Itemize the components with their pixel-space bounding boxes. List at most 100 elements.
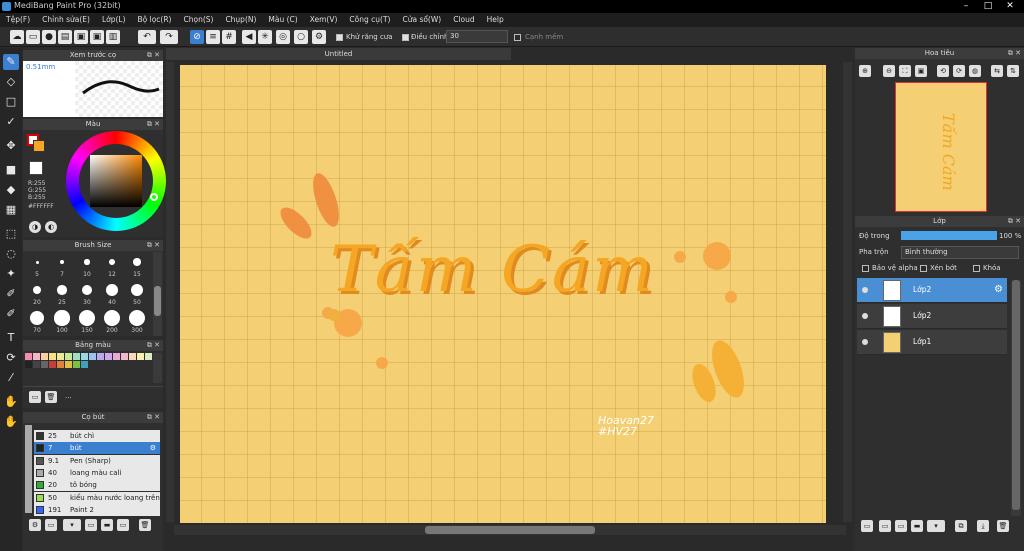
brush-list-item[interactable]: 9.1 Pen (Sharp)	[34, 454, 160, 467]
grid-snap-icon[interactable]: #	[222, 30, 236, 44]
hand-tool-icon[interactable]: ✋	[3, 394, 19, 410]
layer-row[interactable]: Lớp2	[857, 304, 1007, 329]
eyedropper-tool-icon[interactable]: ⁄	[3, 370, 19, 386]
menu-file[interactable]: Tệp(F)	[0, 13, 36, 27]
brush-size-dot[interactable]	[57, 285, 67, 295]
comment-icon[interactable]: ●	[42, 30, 56, 44]
brush-folder-icon[interactable]: ▬	[101, 519, 113, 531]
menu-filter[interactable]: Bộ lọc(R)	[132, 13, 178, 27]
palette-swatch[interactable]	[113, 353, 120, 360]
brush-list-item[interactable]: 20 tô bóng	[34, 479, 160, 492]
palette-swatch[interactable]	[41, 361, 48, 368]
background-color-swatch[interactable]	[33, 140, 45, 152]
brush-size-dot[interactable]	[108, 258, 116, 266]
eraser-tool-icon[interactable]: ◇	[3, 74, 19, 90]
brush-list-item[interactable]: 191 Paint 2	[34, 503, 160, 516]
clip-checkbox[interactable]	[920, 265, 927, 272]
brush-size-dot[interactable]	[106, 284, 118, 296]
palette-swatch[interactable]	[25, 361, 32, 368]
brush-size-grid[interactable]: 5 7 10 12 15 20 25 30 40 50 70 100 150 200 300	[23, 252, 151, 336]
protect-alpha-checkbox[interactable]	[862, 265, 869, 272]
horizontal-scroll-thumb[interactable]	[425, 526, 595, 534]
navigator-thumbnail[interactable]: Tấm Cám	[895, 82, 987, 212]
layer-visibility-icon[interactable]	[862, 287, 868, 293]
select-tool-icon[interactable]: ⬚	[3, 226, 19, 242]
palette-swatch[interactable]	[89, 353, 96, 360]
new-file-icon[interactable]: ▭	[26, 30, 40, 44]
blend-mode-select[interactable]: Bình thường	[901, 246, 1019, 259]
brush-copy-icon[interactable]: ▭	[85, 519, 97, 531]
lock-checkbox[interactable]	[973, 265, 980, 272]
rotate-right-icon[interactable]: ⟳	[953, 65, 965, 77]
menu-color[interactable]: Màu (C)	[262, 13, 303, 27]
brush-size-dot[interactable]	[30, 311, 44, 325]
undo-icon[interactable]: ↶	[138, 30, 156, 44]
layer-visibility-icon[interactable]	[862, 339, 868, 345]
open-folder-icon[interactable]: ▤	[58, 30, 72, 44]
brush-size-dot[interactable]	[35, 260, 39, 264]
brush-size-scrollbar[interactable]	[153, 252, 162, 336]
panel-close-icon[interactable]: ⧉ ✕	[147, 119, 160, 130]
menu-view[interactable]: Xem(V)	[304, 13, 344, 27]
delete-brush-icon[interactable]: 🗑	[139, 519, 151, 531]
menu-tools[interactable]: Công cụ(T)	[343, 13, 396, 27]
brush-duplicate-icon[interactable]: ▭	[117, 519, 129, 531]
transparent-color-swatch[interactable]	[29, 161, 43, 175]
brush-list-item[interactable]: 7 bút ⚙	[34, 442, 160, 455]
snap-off-icon[interactable]: ⊘	[190, 30, 204, 44]
right-scrollbar[interactable]	[843, 62, 852, 522]
color-wheel[interactable]	[66, 131, 166, 231]
menu-help[interactable]: Help	[481, 13, 510, 27]
palette-swatch[interactable]	[121, 353, 128, 360]
fit-screen-icon[interactable]: ⛶	[899, 65, 911, 77]
cloud-icon[interactable]: ☁	[10, 30, 24, 44]
gradient-tool-icon[interactable]: ▦	[3, 202, 19, 218]
bucket-tool-icon[interactable]: ◆	[3, 182, 19, 198]
brush-size-dot[interactable]	[32, 285, 42, 295]
brush-list-item[interactable]: 40 loang màu cali	[34, 466, 160, 479]
lasso-tool-icon[interactable]: ◌	[3, 246, 19, 262]
export-icon[interactable]: ▥	[106, 30, 120, 44]
zoom-in-icon[interactable]: ⊕	[859, 65, 871, 77]
palette-swatch[interactable]	[41, 353, 48, 360]
palette-swatch[interactable]	[137, 353, 144, 360]
zoom-tool-icon[interactable]: ✋	[3, 414, 19, 430]
correction-select[interactable]: 30	[446, 30, 508, 43]
drawing-canvas[interactable]: Tấm Cám Hoavan27 #HV27	[180, 65, 826, 523]
dot-tool-icon[interactable]: ✓	[3, 114, 19, 130]
palette-swatch[interactable]	[65, 361, 72, 368]
palette-swatch[interactable]	[65, 353, 72, 360]
saturation-value-square[interactable]	[90, 155, 142, 207]
layer-row[interactable]: Lớp2 ⚙	[857, 278, 1007, 303]
layer-visibility-icon[interactable]	[862, 313, 868, 319]
select-eraser-tool-icon[interactable]: ✐	[3, 306, 19, 322]
zoom-out-icon[interactable]: ⊖	[883, 65, 895, 77]
menu-capture[interactable]: Chụp(N)	[219, 13, 262, 27]
new-layer-icon[interactable]: ▭	[861, 520, 873, 532]
close-button[interactable]: ✕	[999, 0, 1021, 13]
shape-tool-icon[interactable]: □	[3, 94, 19, 110]
menu-edit[interactable]: Chỉnh sửa(E)	[36, 13, 96, 27]
menu-select[interactable]: Chọn(S)	[177, 13, 219, 27]
palette-swatch[interactable]	[81, 353, 88, 360]
document-tab[interactable]: Untitled	[166, 48, 511, 60]
opacity-slider[interactable]	[901, 231, 997, 240]
panel-close-icon[interactable]: ⧉ ✕	[147, 340, 160, 351]
layer-settings-gear-icon[interactable]: ⚙	[994, 284, 1003, 295]
divide-tool-icon[interactable]: ⟳	[3, 350, 19, 366]
duplicate-layer-icon[interactable]: ⧉	[955, 520, 967, 532]
brush-tool-icon[interactable]: ✎	[3, 54, 19, 70]
panel-close-icon[interactable]: ⧉ ✕	[1008, 48, 1021, 59]
layer-folder-icon[interactable]: ▬	[911, 520, 923, 532]
layer-row[interactable]: Lớp1	[857, 330, 1007, 355]
reset-rotation-icon[interactable]: ◍	[969, 65, 981, 77]
brush-size-dot[interactable]	[133, 258, 141, 266]
settings-snap-icon[interactable]: ⚙	[312, 30, 326, 44]
brush-options-icon[interactable]: ▾	[63, 519, 81, 531]
flip-horizontal-icon[interactable]: ⇆	[991, 65, 1003, 77]
radial-snap-icon[interactable]: ✳	[258, 30, 272, 44]
add-palette-icon[interactable]: ▭	[29, 391, 41, 403]
panel-close-icon[interactable]: ⧉ ✕	[147, 412, 160, 423]
palette-swatch[interactable]	[81, 361, 88, 368]
menu-cloud[interactable]: Cloud	[447, 13, 480, 27]
